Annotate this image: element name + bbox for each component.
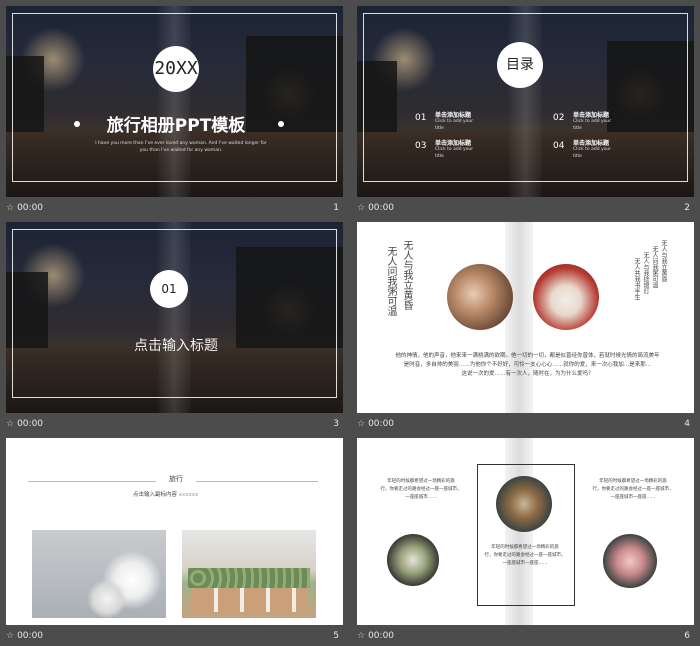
slide-number: 2: [684, 203, 690, 213]
slide-canvas: 01 点击输入标题: [6, 222, 343, 413]
slide-time: 00:00: [17, 203, 44, 213]
paragraph-line: 一座座城市一座座……: [502, 561, 548, 566]
vertical-poem-line: 无人与我立黄昏: [660, 240, 667, 282]
toc-number: 02: [553, 113, 565, 123]
toc-subtitle: title: [435, 126, 444, 131]
slide-subtitle: you than I've waited for any woman.: [139, 148, 223, 153]
slide-thumbnail-6[interactable]: 年轻的时候都希望过一场精彩的旅 行，你要走过的路会经过一座一座城市， 一座座城市…: [357, 438, 694, 643]
star-icon: ☆: [6, 203, 15, 213]
vertical-poem-line: 无人问我粥可温: [651, 246, 658, 288]
toc-subtitle: Click to add your: [573, 147, 612, 152]
paragraph-line: 年轻的时候都希望过一场精彩的旅: [491, 545, 559, 550]
slide-number: 4: [684, 419, 690, 429]
photo-circle: [496, 476, 552, 532]
section-subheading: 点击输入副标内容: [133, 492, 178, 498]
section-title: 点击输入标题: [134, 338, 218, 354]
paragraph-line: 行，你要走过的路会经过一座一座城市，: [484, 553, 566, 558]
star-icon: ☆: [6, 419, 15, 429]
slide-thumbnail-2[interactable]: 目录 01 单击添加标题 Click to add your title 02 …: [357, 6, 694, 218]
slide-time: 00:00: [17, 419, 44, 429]
slide-thumbnail-3[interactable]: 01 点击输入标题 ☆ 00:00 3: [6, 222, 343, 434]
paragraph-line: 是时音，多自帅的美丽……为他你个不好好，可怜一支心心心……就你的爱，来一次心我加…: [403, 362, 652, 368]
slide-number: 5: [333, 631, 339, 641]
toc-title: 单击添加标题: [573, 140, 610, 147]
toc-title: 单击添加标题: [435, 112, 472, 119]
slide-canvas: 目录 01 单击添加标题 Click to add your title 02 …: [357, 6, 694, 197]
toc-subtitle: Click to add your: [573, 119, 612, 124]
slide-subtitle: I have you more than I've ever loved any…: [95, 141, 267, 146]
flower-photo: [32, 530, 166, 618]
toc-number: 04: [553, 141, 565, 151]
toc-subtitle: Click to add your: [435, 147, 474, 152]
subheading-mark: xxxxxx: [178, 492, 199, 498]
plants-photo: [182, 530, 316, 618]
slide-frame: [363, 13, 688, 182]
paragraph-line: 年轻的时候都希望过一场精彩的旅: [387, 479, 455, 484]
slide-canvas: 无人问我粥可温 无人与我立黄昏 无人与我立黄昏 无人问我粥可温 无人与我捻熄灯 …: [357, 222, 694, 413]
bullet-dot: [74, 121, 80, 127]
toc-title: 单击添加标题: [435, 140, 472, 147]
star-icon: ☆: [6, 631, 15, 641]
vertical-poem-line: 无人与我立黄昏: [401, 240, 412, 310]
slide-canvas: 旅行 点击输入副标内容 xxxxxx: [6, 438, 343, 625]
vertical-poem-line: 无人共我书半生: [633, 258, 640, 300]
slide-time: 00:00: [368, 419, 395, 429]
year-circle: 20XX: [153, 46, 199, 92]
paragraph-line: 他的神情，他的声音，他来来一满桃满的欲期。他一切的一切，都是似曾经你曾体，若就时…: [395, 353, 660, 359]
toc-subtitle: Click to add your: [435, 119, 474, 124]
photo-circle: [533, 264, 599, 330]
toc-subtitle: title: [573, 126, 582, 131]
slide-number: 1: [333, 203, 339, 213]
slide-time: 00:00: [368, 203, 395, 213]
paragraph-line: 行，你要走过的路会经过一座一座城市，: [592, 487, 674, 492]
photo-circle: [387, 534, 439, 586]
vertical-poem-line: 无人问我粥可温: [385, 246, 396, 316]
toc-number: 03: [415, 141, 427, 151]
star-icon: ☆: [357, 419, 366, 429]
paragraph-line: 行，你要走过的路会经过一座一座城市，: [380, 487, 462, 492]
star-icon: ☆: [357, 203, 366, 213]
section-heading: 旅行: [156, 474, 196, 484]
toc-number: 01: [415, 113, 427, 123]
slide-frame: [12, 229, 337, 398]
section-number-circle: 01: [150, 270, 188, 308]
slide-number: 3: [333, 419, 339, 429]
slide-thumbnail-1[interactable]: 20XX 旅行相册PPT模板 I have you more than I've…: [6, 6, 343, 218]
paragraph-line: 一座座城市……: [405, 495, 437, 500]
paragraph-line: 这说一次的爱……有一次人，随时在，为为什么爱吗？: [461, 371, 594, 377]
toc-title: 单击添加标题: [573, 112, 610, 119]
slide-frame: [12, 13, 337, 182]
slide-time: 00:00: [17, 631, 44, 641]
photo-circle: [603, 534, 657, 588]
paragraph-line: 一座座城市一座座……: [610, 495, 656, 500]
slide-time: 00:00: [368, 631, 395, 641]
toc-subtitle: title: [435, 154, 444, 159]
star-icon: ☆: [357, 631, 366, 641]
slide-canvas: 20XX 旅行相册PPT模板 I have you more than I've…: [6, 6, 343, 197]
slide-title: 旅行相册PPT模板: [106, 116, 246, 136]
slide-number: 6: [684, 631, 690, 641]
slide-thumbnail-4[interactable]: 无人问我粥可温 无人与我立黄昏 无人与我立黄昏 无人问我粥可温 无人与我捻熄灯 …: [357, 222, 694, 434]
vertical-poem-line: 无人与我捻熄灯: [642, 252, 649, 294]
toc-circle: 目录: [497, 42, 543, 88]
slide-thumbnail-5[interactable]: 旅行 点击输入副标内容 xxxxxx ☆ 00:00 5: [6, 438, 343, 643]
paragraph-line: 年轻的时候都希望过一场精彩的旅: [599, 479, 667, 484]
slide-canvas: 年轻的时候都希望过一场精彩的旅 行，你要走过的路会经过一座一座城市， 一座座城市…: [357, 438, 694, 625]
photo-circle: [447, 264, 513, 330]
bullet-dot: [278, 121, 284, 127]
toc-subtitle: title: [573, 154, 582, 159]
